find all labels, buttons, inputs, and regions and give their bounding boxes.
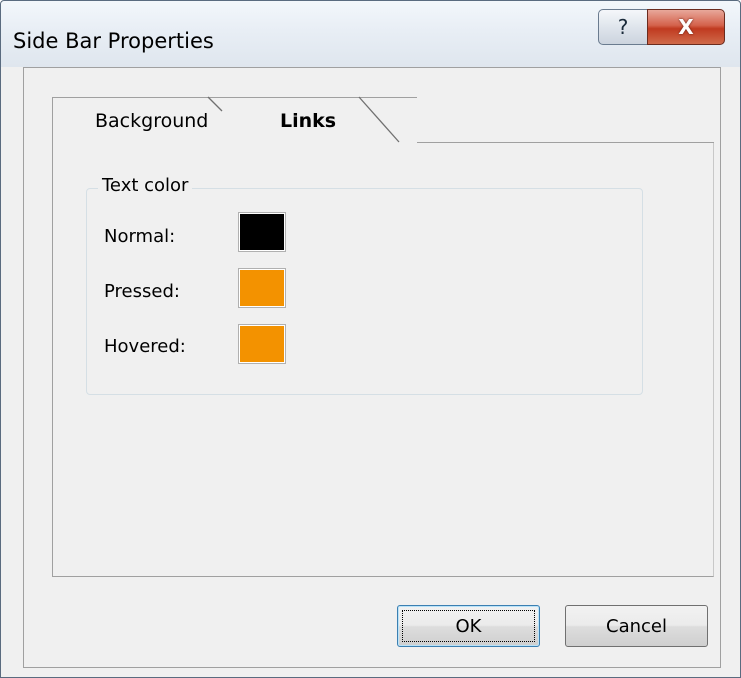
help-button[interactable]: ? <box>598 9 648 45</box>
ok-focus-rect <box>402 610 535 642</box>
window-title: Side Bar Properties <box>13 29 214 53</box>
cancel-button-label: Cancel <box>606 615 667 637</box>
tab-panel-top-border <box>392 142 714 143</box>
cancel-button[interactable]: Cancel <box>565 605 708 647</box>
help-icon: ? <box>617 15 629 39</box>
hovered-color-swatch[interactable] <box>238 324 286 364</box>
tab-links-label: Links <box>280 110 337 132</box>
title-bar[interactable]: Side Bar Properties ? X <box>1 1 740 67</box>
close-button[interactable]: X <box>647 9 725 45</box>
tab-background-label: Background <box>95 110 209 132</box>
dialog-content: Background Links Text color Normal: Pres… <box>23 67 721 668</box>
hovered-label: Hovered: <box>104 336 186 357</box>
ok-button[interactable]: OK <box>397 605 540 647</box>
pressed-label: Pressed: <box>104 281 180 302</box>
close-icon: X <box>678 15 694 39</box>
dialog-window: Side Bar Properties ? X Background Links… <box>0 0 741 678</box>
tab-links-edge <box>358 96 400 143</box>
normal-color-swatch[interactable] <box>238 212 286 252</box>
pressed-color-swatch[interactable] <box>238 268 286 308</box>
normal-label: Normal: <box>104 226 176 247</box>
text-color-group-title: Text color <box>98 175 193 196</box>
